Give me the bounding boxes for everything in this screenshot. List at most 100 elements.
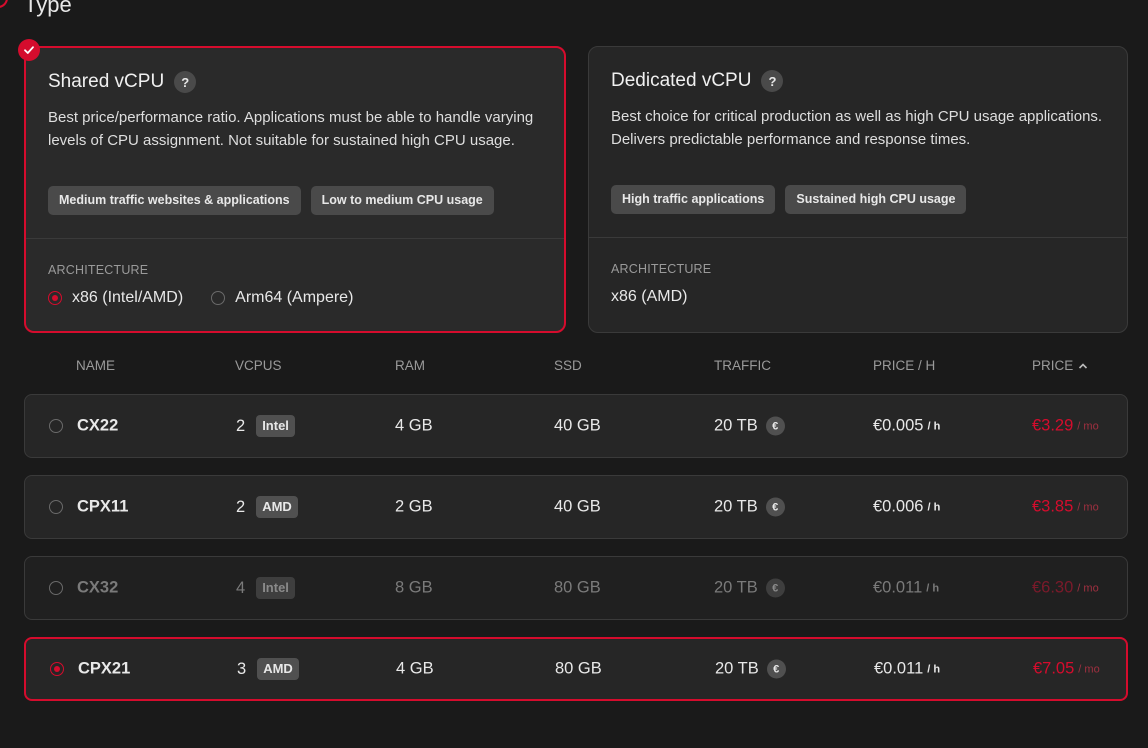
vcpus-value: 2 (236, 497, 246, 516)
euro-info-icon[interactable]: € (765, 497, 785, 517)
sort-ascending-icon (1079, 363, 1088, 370)
architecture-option-arm64[interactable]: Arm64 (Ampere) (211, 289, 353, 307)
server-table-header: NAME VCPUS RAM SSD TRAFFIC PRICE / H PRI… (0, 358, 1148, 376)
radio-selected-icon[interactable] (50, 662, 64, 676)
server-row-cx32[interactable]: CX32 4 Intel 8 GB 80 GB 20 TB € €0.011/ h €6.30/… (24, 556, 1128, 620)
divider (589, 237, 1127, 238)
monthly-unit: / mo (1077, 501, 1099, 513)
column-header-traffic[interactable]: TRAFFIC (714, 358, 771, 373)
server-name: CX22 (77, 416, 119, 435)
traffic-value: 20 TB (714, 497, 758, 516)
architecture-value: x86 (AMD) (611, 288, 688, 305)
section-marker-icon (0, 0, 8, 8)
plan-card-title: Dedicated vCPU ? (611, 70, 784, 92)
plan-title-text: Dedicated vCPU (611, 70, 752, 91)
help-icon[interactable]: ? (174, 71, 197, 93)
section-title: Type (24, 0, 72, 17)
cpu-vendor-badge: Intel (256, 577, 295, 599)
divider (26, 238, 564, 239)
radio-unselected-icon[interactable] (49, 500, 63, 514)
server-name: CX32 (77, 578, 119, 597)
monthly-price-value: €6.30 (1032, 578, 1074, 597)
hourly-price-value: €0.011 (874, 659, 924, 678)
plan-description: Best choice for critical production as w… (611, 108, 1103, 148)
help-icon[interactable]: ? (761, 70, 784, 92)
architecture-option-label: x86 (Intel/AMD) (72, 289, 184, 306)
monthly-unit: / mo (1077, 420, 1099, 432)
monthly-price-value: €3.29 (1032, 416, 1074, 435)
radio-unselected-icon[interactable] (49, 419, 63, 433)
ram-value: 8 GB (395, 578, 433, 597)
plan-card-shared-vcpu[interactable]: Shared vCPU ? Best price/performance rat… (18, 39, 566, 333)
traffic-value: 20 TB (714, 416, 758, 435)
architecture-label: ARCHITECTURE (611, 262, 712, 276)
plan-description: Best price/performance ratio. Applicatio… (48, 109, 534, 149)
hourly-price-value: €0.005 (873, 416, 924, 435)
column-header-price-label: PRICE (1032, 358, 1074, 373)
server-name: CPX21 (78, 659, 131, 678)
server-row-cx22[interactable]: CX22 2 Intel 4 GB 40 GB 20 TB € €0.005/ h €3.29/… (24, 394, 1128, 458)
plan-card-dedicated-vcpu[interactable]: Dedicated vCPU ? Best choice for critica… (588, 46, 1128, 333)
hourly-price-cell: €0.005/ h (873, 417, 940, 436)
vcpus-cell: 3 AMD (237, 658, 299, 680)
vcpus-cell: 2 AMD (236, 496, 298, 518)
ram-value: 4 GB (396, 659, 434, 678)
monthly-unit: / mo (1078, 663, 1100, 675)
ssd-value: 80 GB (554, 578, 601, 597)
column-header-price[interactable]: PRICE (1032, 358, 1088, 373)
hourly-price-value: €0.011 (873, 578, 923, 597)
column-header-ssd[interactable]: SSD (554, 358, 582, 373)
vcpus-value: 4 (236, 578, 246, 597)
server-name: CPX11 (77, 497, 129, 516)
traffic-cell: 20 TB € (714, 416, 785, 436)
traffic-cell: 20 TB € (715, 659, 786, 679)
architecture-radio-group: x86 (Intel/AMD) Arm64 (Ampere) (48, 289, 353, 307)
architecture-option-label: Arm64 (Ampere) (235, 289, 354, 306)
radio-unselected-icon[interactable] (211, 291, 226, 305)
column-header-vcpus[interactable]: VCPUS (235, 358, 282, 373)
server-row-cpx11[interactable]: CPX11 2 AMD 2 GB 40 GB 20 TB € €0.006/ h €3.85/ … (24, 475, 1128, 539)
monthly-price-cell: €3.29/ mo (1032, 417, 1099, 436)
plan-tags: Medium traffic websites & applications L… (48, 186, 494, 215)
euro-info-icon[interactable]: € (765, 578, 785, 598)
plan-tag: High traffic applications (611, 185, 776, 214)
monthly-unit: / mo (1077, 582, 1099, 594)
monthly-price-cell: €3.85/ mo (1032, 498, 1099, 517)
vcpus-value: 3 (237, 659, 247, 678)
vcpus-value: 2 (236, 416, 246, 435)
column-header-price-per-hour[interactable]: PRICE / H (873, 358, 935, 373)
plan-tag: Low to medium CPU usage (310, 186, 494, 215)
ssd-value: 40 GB (554, 497, 601, 516)
traffic-cell: 20 TB € (714, 578, 785, 598)
hourly-unit: / h (927, 420, 941, 432)
cpu-vendor-badge: AMD (256, 496, 298, 518)
checkmark-icon (18, 39, 40, 61)
server-row-cpx21[interactable]: CPX21 3 AMD 4 GB 80 GB 20 TB € €0.011/ h €7.05/ … (24, 637, 1128, 701)
euro-info-icon[interactable]: € (766, 659, 786, 679)
radio-unselected-icon[interactable] (49, 581, 63, 595)
euro-info-icon[interactable]: € (765, 416, 785, 436)
cpu-vendor-badge: Intel (256, 415, 295, 437)
hourly-price-cell: €0.011/ h (873, 579, 939, 598)
monthly-price-cell: €7.05/ mo (1033, 660, 1100, 679)
hourly-price-cell: €0.006/ h (873, 498, 940, 517)
plan-card-title: Shared vCPU ? (48, 71, 197, 93)
column-header-ram[interactable]: RAM (395, 358, 425, 373)
radio-selected-icon[interactable] (48, 291, 62, 305)
plan-tag: Medium traffic websites & applications (48, 186, 301, 215)
ssd-value: 40 GB (554, 416, 601, 435)
monthly-price-value: €7.05 (1033, 659, 1075, 678)
column-header-name[interactable]: NAME (76, 358, 115, 373)
monthly-price-cell: €6.30/ mo (1032, 579, 1099, 598)
vcpus-cell: 4 Intel (236, 577, 295, 599)
cpu-vendor-badge: AMD (257, 658, 299, 680)
traffic-cell: 20 TB € (714, 497, 785, 517)
architecture-label: ARCHITECTURE (48, 263, 149, 277)
hourly-unit: / h (927, 501, 941, 513)
ram-value: 4 GB (395, 416, 433, 435)
hourly-unit: / h (927, 663, 941, 675)
monthly-price-value: €3.85 (1032, 497, 1074, 516)
vcpus-cell: 2 Intel (236, 415, 295, 437)
traffic-value: 20 TB (715, 659, 759, 678)
architecture-option-x86[interactable]: x86 (Intel/AMD) (48, 289, 183, 307)
